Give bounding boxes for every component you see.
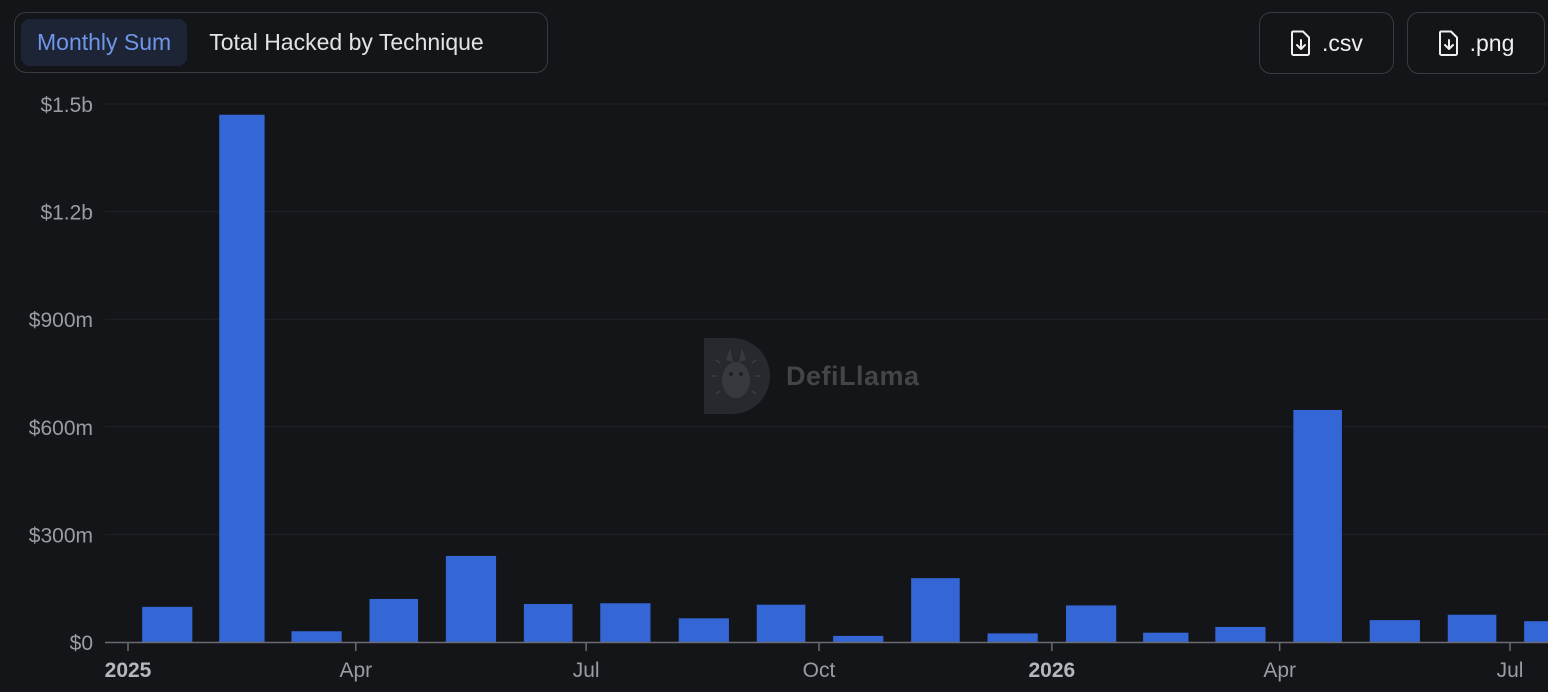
y-tick-label: $900m: [29, 309, 93, 332]
bar: [1065, 605, 1117, 642]
bar: [1215, 626, 1266, 642]
x-tick-label: Apr: [339, 659, 372, 682]
y-tick-label: $300m: [29, 524, 93, 547]
bar: [1524, 621, 1548, 642]
bar: [1447, 614, 1497, 642]
bar: [1369, 620, 1420, 642]
y-tick-label: $1.5b: [40, 94, 93, 117]
x-tick-label: Jul: [1497, 659, 1524, 682]
watermark-text: DefiLlama: [786, 360, 920, 391]
y-tick-label: $1.2b: [40, 202, 93, 225]
defillama-watermark: DefiLlama: [702, 336, 920, 416]
bar: [756, 604, 806, 642]
bar: [1143, 632, 1189, 642]
bar: [523, 603, 573, 642]
y-tick-label: $0: [70, 632, 93, 655]
bar: [219, 114, 265, 642]
x-tick-label: Oct: [803, 659, 836, 682]
x-tick-label: Jul: [573, 659, 600, 682]
bar: [833, 635, 884, 642]
bar: [445, 555, 497, 642]
y-tick-label: $600m: [29, 417, 93, 440]
llama-logo-icon: [704, 338, 770, 414]
bar: [369, 598, 419, 642]
bar: [600, 603, 651, 642]
bar: [987, 633, 1038, 642]
bar: [142, 606, 193, 642]
bar: [1293, 409, 1342, 642]
bar: [291, 631, 342, 642]
bar: [678, 618, 729, 642]
bar: [911, 578, 960, 642]
x-tick-label: 2025: [105, 659, 152, 682]
x-tick-label: 2026: [1029, 659, 1076, 682]
x-tick-label: Apr: [1263, 659, 1296, 682]
